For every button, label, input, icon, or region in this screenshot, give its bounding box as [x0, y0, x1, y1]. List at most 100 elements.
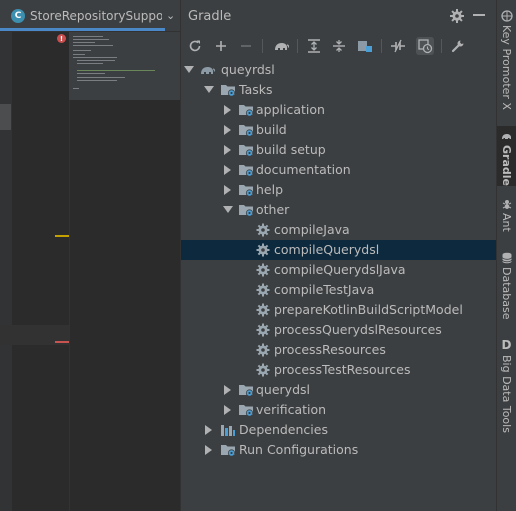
- chevron-right-icon[interactable]: [223, 120, 233, 140]
- error-stripe: [55, 341, 69, 343]
- tree-row[interactable]: Run Configurations: [181, 440, 496, 460]
- gear-icon: [255, 282, 271, 298]
- active-tab-underline: [0, 28, 165, 31]
- chevron-right-icon[interactable]: [223, 380, 233, 400]
- task-folder-icon: [238, 162, 254, 178]
- tree-row[interactable]: Tasks: [181, 80, 496, 100]
- tree-row-label: Tasks: [239, 82, 273, 97]
- gear-icon: [255, 222, 271, 238]
- toolbar-separator: [297, 39, 298, 53]
- minus-icon[interactable]: [237, 37, 255, 55]
- task-folder-icon: [238, 142, 254, 158]
- key-promoter-icon: [500, 10, 513, 22]
- big-data-icon: D: [501, 338, 512, 352]
- chevron-right-icon[interactable]: [223, 180, 233, 200]
- tree-row[interactable]: processResources: [181, 340, 496, 360]
- tree-row[interactable]: prepareKotlinBuildScriptModel: [181, 300, 496, 320]
- chevron-right-icon[interactable]: [223, 160, 233, 180]
- tree-row[interactable]: verification: [181, 400, 496, 420]
- tree-row[interactable]: compileQuerydslJava: [181, 260, 496, 280]
- dependencies-icon[interactable]: [416, 37, 434, 55]
- chevron-right-icon[interactable]: [204, 440, 214, 460]
- group-modules-icon[interactable]: [356, 37, 374, 55]
- gradle-tool-window: Gradle queyrdsl Tasks application build …: [180, 0, 496, 511]
- toolbar-separator: [262, 39, 263, 53]
- tree-row[interactable]: querydsl: [181, 380, 496, 400]
- chevron-right-icon[interactable]: [223, 400, 233, 420]
- toolbar-separator: [381, 39, 382, 53]
- task-folder-icon: [238, 122, 254, 138]
- warning-stripe: [55, 235, 69, 237]
- editor-gutter: [0, 32, 12, 511]
- tree-row[interactable]: application: [181, 100, 496, 120]
- elephant-icon[interactable]: [272, 37, 290, 55]
- collapse-all-icon[interactable]: [330, 37, 348, 55]
- tree-row-label: compileTestJava: [274, 282, 375, 297]
- expand-all-icon[interactable]: [305, 37, 323, 55]
- gear-icon: [255, 362, 271, 378]
- tree-row-label: documentation: [256, 162, 351, 177]
- code-preview-popup: !: [57, 32, 180, 100]
- strip-item-big-data-tools[interactable]: D Big Data Tools: [497, 336, 516, 433]
- gutter-marker: [0, 104, 11, 130]
- tree-row-label: querydsl: [256, 382, 311, 397]
- editor-tab[interactable]: C StoreRepositorySupport. ⌄: [0, 0, 180, 32]
- tree-row-label: queyrdsl: [221, 62, 275, 77]
- chevron-right-icon[interactable]: [223, 100, 233, 120]
- tree-row[interactable]: build setup: [181, 140, 496, 160]
- chevron-down-icon[interactable]: [223, 200, 233, 220]
- chevron-down-icon[interactable]: [184, 60, 194, 80]
- tree-row-label: other: [256, 202, 290, 217]
- elephant-icon: [200, 62, 216, 78]
- strip-item-key-promoter-x[interactable]: Key Promoter X: [497, 6, 516, 110]
- task-folder-icon: [220, 82, 236, 98]
- tree-row-label: Dependencies: [239, 422, 328, 437]
- tree-row[interactable]: queyrdsl: [181, 60, 496, 80]
- tree-row-label: processResources: [274, 342, 386, 357]
- ant-icon: [502, 200, 511, 209]
- tree-row[interactable]: other: [181, 200, 496, 220]
- hide-panel-icon[interactable]: [473, 14, 485, 16]
- strip-label: Big Data Tools: [500, 355, 513, 433]
- chevron-down-icon[interactable]: [204, 80, 214, 100]
- tree-row[interactable]: build: [181, 120, 496, 140]
- gradle-title: Gradle: [188, 8, 232, 24]
- chevron-down-icon[interactable]: ⌄: [166, 9, 175, 22]
- tree-row[interactable]: Dependencies: [181, 420, 496, 440]
- toolbar-separator: [441, 39, 442, 53]
- tree-row[interactable]: compileJava: [181, 220, 496, 240]
- chevron-right-icon[interactable]: [223, 140, 233, 160]
- strip-item-database[interactable]: Database: [497, 248, 516, 320]
- plus-icon[interactable]: [212, 37, 230, 55]
- strip-item-ant[interactable]: Ant: [497, 194, 516, 232]
- editor-tab-title: StoreRepositorySupport.: [30, 8, 162, 23]
- tree-row[interactable]: processQuerydslResources: [181, 320, 496, 340]
- error-icon: !: [57, 34, 66, 43]
- offline-icon[interactable]: [389, 37, 407, 55]
- editor-scrollbar-track[interactable]: [69, 100, 181, 511]
- wrench-icon[interactable]: [449, 37, 467, 55]
- chevron-right-icon[interactable]: [204, 420, 214, 440]
- class-file-icon: C: [11, 8, 25, 23]
- strip-label: Ant: [500, 213, 513, 232]
- gradle-header: Gradle: [181, 0, 496, 32]
- tree-row-label: prepareKotlinBuildScriptModel: [274, 302, 463, 317]
- tree-row[interactable]: compileTestJava: [181, 280, 496, 300]
- gear-icon: [255, 262, 271, 278]
- database-icon: [501, 252, 512, 264]
- tree-row[interactable]: compileQuerydsl: [181, 240, 496, 260]
- task-folder-icon: [238, 402, 254, 418]
- task-folder-icon: [238, 382, 254, 398]
- refresh-icon[interactable]: [186, 37, 204, 55]
- tree-row[interactable]: processTestResources: [181, 360, 496, 380]
- strip-label: Database: [500, 267, 513, 320]
- strip-item-gradle[interactable]: Gradle: [497, 126, 516, 186]
- tree-row-label: processQuerydslResources: [274, 322, 442, 337]
- gear-icon: [255, 342, 271, 358]
- tree-row[interactable]: documentation: [181, 160, 496, 180]
- dependencies-icon: [220, 422, 236, 438]
- strip-label: Gradle: [500, 145, 513, 186]
- tree-row-label: verification: [256, 402, 327, 417]
- gear-icon[interactable]: [449, 8, 465, 24]
- tree-row[interactable]: help: [181, 180, 496, 200]
